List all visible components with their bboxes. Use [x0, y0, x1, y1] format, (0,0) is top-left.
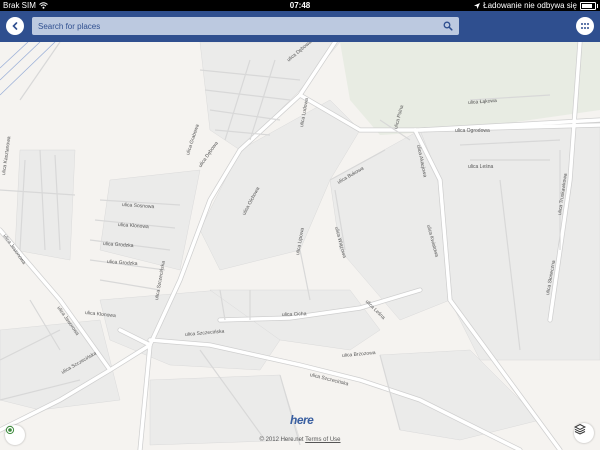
map-view[interactable]: ulica Dębowa ulica Grabowa ulica Dębowa … — [0, 42, 600, 450]
status-right: Ładowanie nie odbywa się — [474, 0, 598, 11]
magnifier-icon[interactable] — [443, 21, 453, 31]
street-label: ulica Leśna — [468, 164, 494, 170]
layers-icon — [574, 423, 586, 435]
menu-button[interactable] — [576, 17, 594, 35]
here-logo: here — [290, 413, 314, 427]
top-toolbar — [0, 11, 600, 42]
grid-icon — [581, 23, 589, 29]
location-target-icon — [5, 425, 15, 435]
chevron-left-icon — [12, 22, 18, 30]
search-input[interactable] — [38, 17, 433, 35]
street-label: ulica Cicha — [281, 311, 307, 318]
status-bar: Brak SIM 07:48 Ładowanie nie odbywa się — [0, 0, 600, 11]
search-bar[interactable] — [32, 17, 459, 35]
location-arrow-icon — [474, 2, 481, 9]
back-button[interactable] — [6, 17, 24, 35]
copyright-text: © 2012 Here.net — [259, 437, 304, 443]
battery-icon — [580, 2, 598, 10]
terms-of-use-link[interactable]: Terms of Use — [305, 437, 340, 443]
charging-status: Ładowanie nie odbywa się — [483, 1, 577, 10]
street-label: ulica Ogrodowa — [455, 128, 490, 134]
map-attribution: © 2012 Here.net Terms of Use — [0, 437, 600, 443]
